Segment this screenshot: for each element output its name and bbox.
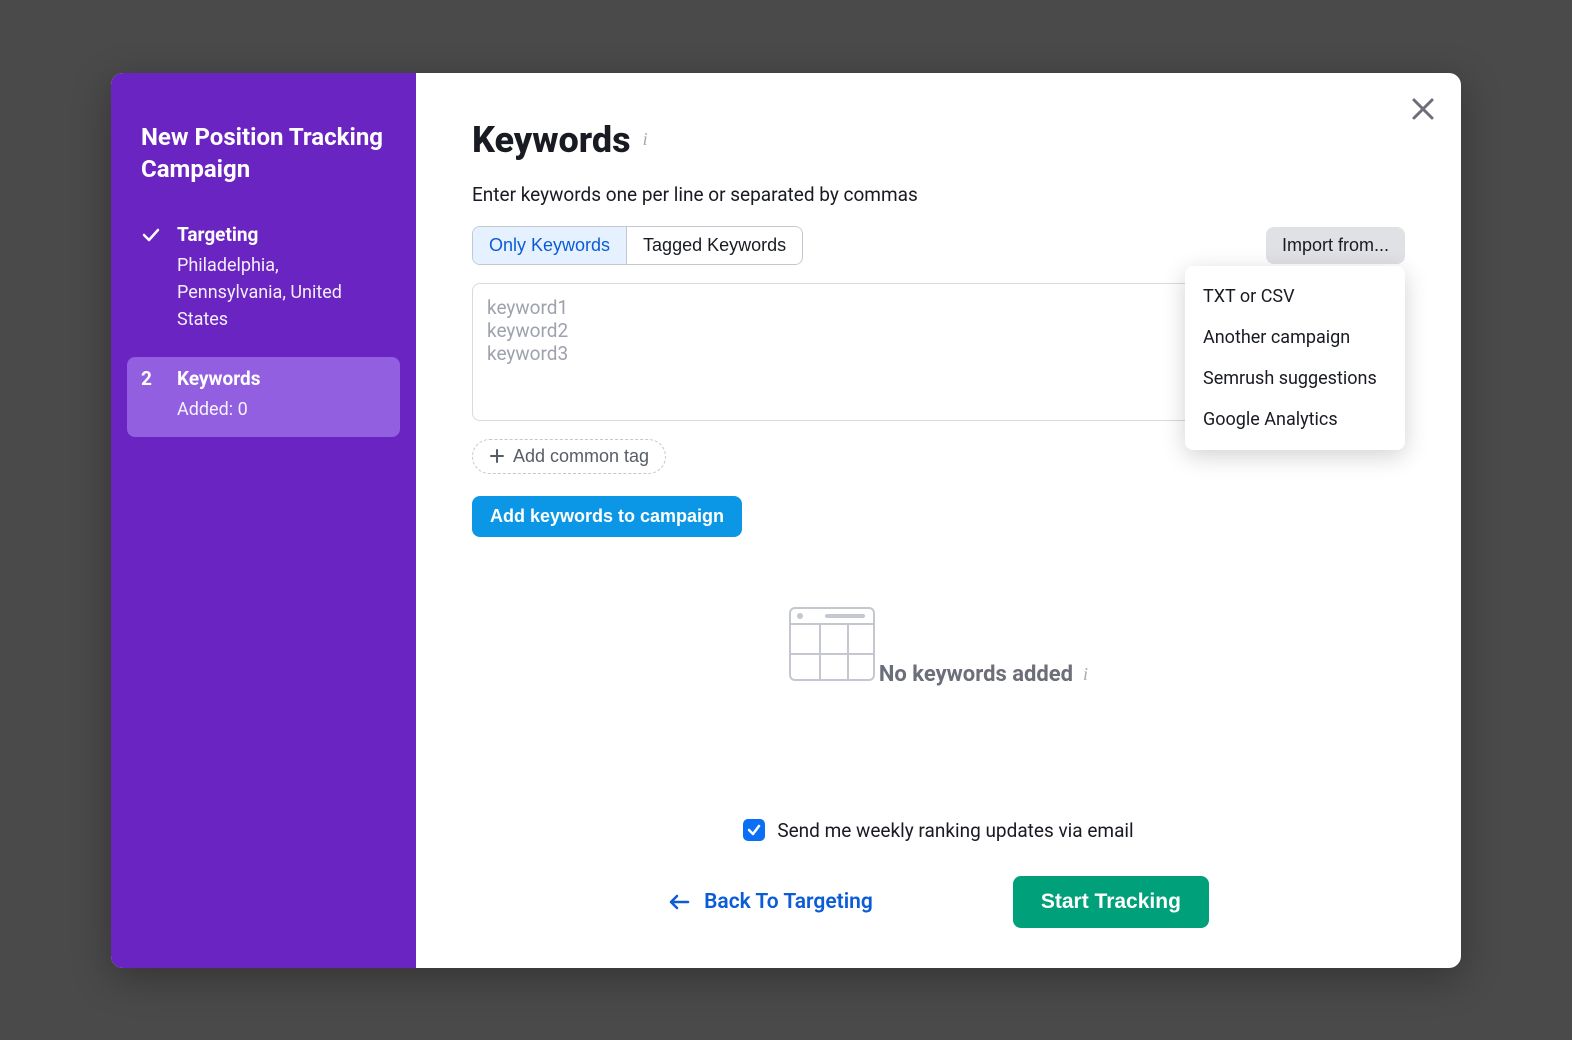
start-tracking-button[interactable]: Start Tracking: [1013, 876, 1209, 928]
add-keywords-button[interactable]: Add keywords to campaign: [472, 496, 742, 537]
step-label: Keywords: [177, 367, 260, 390]
step-keywords[interactable]: 2 Keywords Added: 0: [127, 357, 400, 437]
empty-state: No keywords added i: [472, 607, 1405, 687]
plus-icon: [489, 448, 505, 464]
wizard-sidebar: New Position Tracking Campaign Targeting…: [111, 73, 416, 968]
back-to-targeting-link[interactable]: Back To Targeting: [668, 890, 873, 914]
step-targeting[interactable]: Targeting Philadelphia, Pennsylvania, Un…: [127, 213, 400, 347]
arrow-left-icon: [668, 893, 690, 911]
weekly-updates-checkbox[interactable]: [743, 819, 765, 841]
import-from-button[interactable]: Import from...: [1266, 227, 1405, 264]
add-common-tag-button[interactable]: Add common tag: [472, 439, 666, 474]
step-header: Targeting: [141, 223, 386, 246]
page-title: Keywords i: [472, 119, 1405, 161]
tab-only-keywords[interactable]: Only Keywords: [473, 227, 627, 264]
step-sub: Philadelphia, Pennsylvania, United State…: [177, 252, 386, 333]
weekly-updates-row: Send me weekly ranking updates via email: [472, 819, 1405, 842]
tab-tagged-keywords[interactable]: Tagged Keywords: [627, 227, 802, 264]
subtitle: Enter keywords one per line or separated…: [472, 183, 1405, 206]
import-option-google-analytics[interactable]: Google Analytics: [1185, 399, 1405, 440]
close-button[interactable]: [1409, 95, 1437, 127]
back-label: Back To Targeting: [704, 890, 873, 914]
add-tag-label: Add common tag: [513, 446, 649, 467]
controls-row: Only Keywords Tagged Keywords Import fro…: [472, 226, 1405, 265]
info-icon[interactable]: i: [643, 129, 648, 150]
weekly-updates-label: Send me weekly ranking updates via email: [777, 819, 1133, 842]
sidebar-title: New Position Tracking Campaign: [141, 121, 400, 186]
import-dropdown: TXT or CSV Another campaign Semrush sugg…: [1185, 266, 1405, 450]
footer-buttons: Back To Targeting Start Tracking: [472, 876, 1405, 928]
step-sub: Added: 0: [177, 396, 386, 423]
import-option-semrush[interactable]: Semrush suggestions: [1185, 358, 1405, 399]
empty-table-icon: [789, 607, 875, 681]
check-icon: [141, 225, 161, 245]
page-title-text: Keywords: [472, 119, 631, 161]
step-number: 2: [141, 367, 161, 390]
import-option-txt-csv[interactable]: TXT or CSV: [1185, 276, 1405, 317]
modal: New Position Tracking Campaign Targeting…: [111, 73, 1461, 968]
import-option-another-campaign[interactable]: Another campaign: [1185, 317, 1405, 358]
check-icon: [747, 823, 761, 837]
step-label: Targeting: [177, 223, 258, 246]
keyword-mode-toggle: Only Keywords Tagged Keywords: [472, 226, 803, 265]
step-header: 2 Keywords: [141, 367, 386, 390]
info-icon[interactable]: i: [1083, 664, 1088, 685]
main-panel: Keywords i Enter keywords one per line o…: [416, 73, 1461, 968]
footer: Send me weekly ranking updates via email…: [472, 819, 1405, 928]
empty-label: No keywords added: [879, 662, 1073, 687]
empty-text: No keywords added i: [879, 662, 1088, 687]
close-icon: [1409, 95, 1437, 123]
